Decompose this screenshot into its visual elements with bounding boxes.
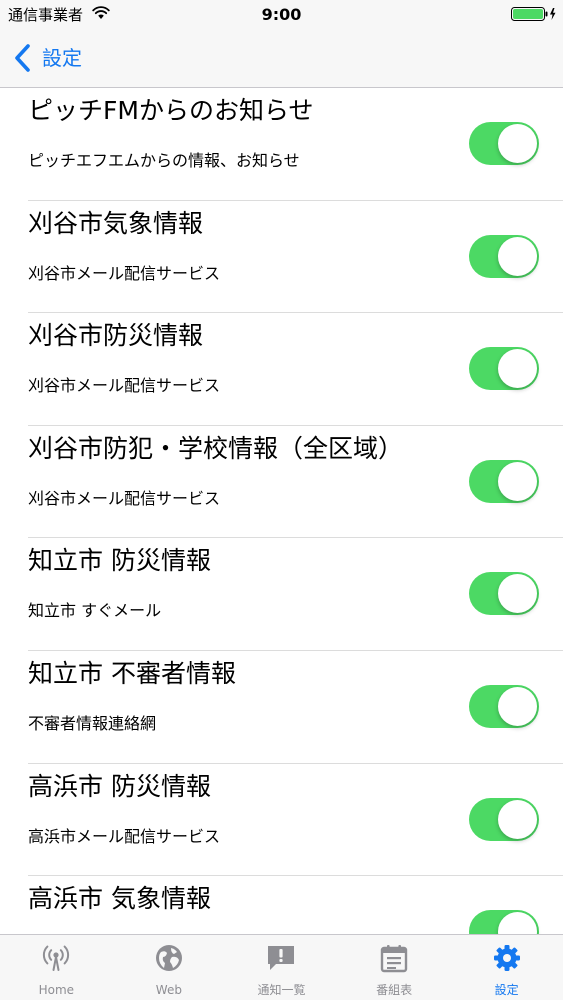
item-subtitle: 刈谷市メール配信サービス: [28, 376, 221, 396]
toggle-knob: [498, 349, 537, 389]
notification-toggle[interactable]: [469, 122, 539, 165]
tab-notification-list[interactable]: 通知一覧: [225, 935, 338, 1000]
notification-settings-list: ピッチFMからのお知らせ ピッチエフエムからの情報、お知らせ 刈谷市気象情報 刈…: [0, 88, 563, 934]
list-item: 刈谷市防災情報 刈谷市メール配信サービス: [28, 313, 563, 426]
status-time: 9:00: [261, 5, 302, 24]
list-item: 刈谷市防犯・学校情報（全区域） 刈谷市メール配信サービス: [28, 426, 563, 539]
notification-toggle[interactable]: [469, 234, 539, 278]
notification-toggle[interactable]: [469, 347, 539, 391]
back-button[interactable]: 設定: [12, 40, 82, 76]
item-title: 知立市 不審者情報: [28, 658, 236, 688]
tab-label: 設定: [494, 983, 519, 997]
notification-toggle[interactable]: [469, 459, 539, 503]
item-title: 高浜市 防災情報: [28, 771, 211, 801]
tab-bar: Home Web 通知一覧 番組表 設定: [0, 934, 563, 1000]
item-subtitle: 刈谷市メール配信サービス: [28, 263, 221, 283]
notification-toggle[interactable]: [469, 684, 539, 728]
globe-icon: [155, 945, 182, 971]
tab-settings[interactable]: 設定: [450, 935, 563, 1000]
chevron-left-icon: [15, 44, 30, 72]
notification-toggle[interactable]: [469, 572, 539, 616]
tab-program-guide[interactable]: 番組表: [338, 935, 451, 1000]
toggle-knob: [498, 461, 537, 501]
battery-icon: [511, 7, 556, 21]
toggle-knob: [498, 124, 537, 163]
list-item: ピッチFMからのお知らせ ピッチエフエムからの情報、お知らせ: [28, 88, 563, 201]
toggle-knob: [498, 912, 537, 934]
list-item: 高浜市 気象情報: [28, 876, 563, 934]
item-title: 刈谷市防犯・学校情報（全区域）: [28, 433, 404, 463]
calendar-icon: [380, 945, 408, 973]
tab-home[interactable]: Home: [0, 935, 113, 1000]
notification-list-icon: [268, 946, 295, 970]
gear-icon: [493, 945, 520, 971]
tab-label: Home: [38, 983, 75, 997]
item-subtitle: 刈谷市メール配信サービス: [28, 488, 221, 508]
radio-tower-icon: [43, 945, 70, 971]
item-subtitle: 不審者情報連絡網: [28, 713, 157, 733]
tab-web[interactable]: Web: [113, 935, 226, 1000]
toggle-knob: [498, 799, 537, 839]
list-item: 高浜市 防災情報 高浜市メール配信サービス: [28, 764, 563, 877]
item-title: ピッチFMからのお知らせ: [28, 96, 314, 125]
notification-toggle[interactable]: [469, 797, 539, 841]
item-title: 知立市 防災情報: [28, 546, 211, 576]
item-title: 刈谷市防災情報: [28, 321, 204, 351]
tab-label: Web: [155, 983, 182, 997]
list-item: 刈谷市気象情報 刈谷市メール配信サービス: [28, 201, 563, 314]
item-title: 刈谷市気象情報: [28, 208, 204, 238]
settings-screen: 通信事業者 9:00 設定 ピッチFMからのお知らせ ピッチエフエムからの情報、…: [0, 0, 563, 1000]
tab-label: 通知一覧: [257, 983, 306, 997]
navigation-bar: 設定: [0, 30, 563, 88]
item-subtitle: ピッチエフエムからの情報、お知らせ: [28, 151, 300, 170]
toggle-knob: [498, 574, 537, 614]
item-subtitle: 知立市 すぐメール: [28, 601, 162, 621]
toggle-knob: [498, 686, 537, 726]
list-item: 知立市 防災情報 知立市 すぐメール: [28, 538, 563, 651]
list-item: 知立市 不審者情報 不審者情報連絡網: [28, 651, 563, 764]
tab-label: 番組表: [376, 983, 413, 997]
status-bar: 通信事業者 9:00: [0, 0, 563, 30]
toggle-knob: [498, 236, 537, 276]
item-subtitle: 高浜市メール配信サービス: [28, 826, 221, 846]
back-button-label: 設定: [42, 46, 82, 70]
item-title: 高浜市 気象情報: [28, 884, 211, 914]
notification-toggle[interactable]: [469, 910, 539, 934]
